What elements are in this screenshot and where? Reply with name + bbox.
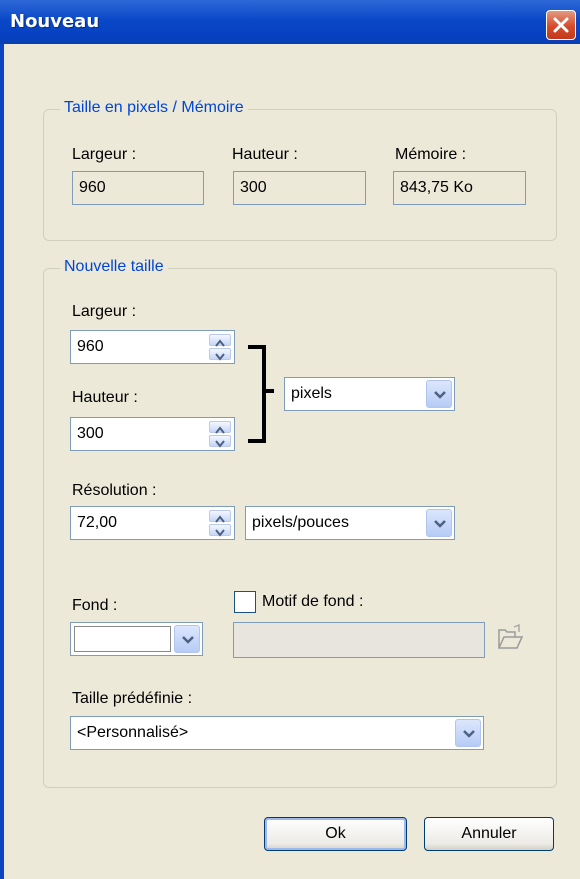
window-frame xyxy=(0,44,4,879)
close-icon xyxy=(553,17,569,33)
browse-button[interactable] xyxy=(496,624,524,652)
resolution-spinner[interactable] xyxy=(209,510,231,537)
background-label: Fond : xyxy=(72,597,118,614)
background-color-select[interactable] xyxy=(70,622,203,656)
memory-width-display: 960 xyxy=(72,171,204,205)
memory-label: Mémoire : xyxy=(395,146,467,163)
pattern-checkbox-label: Motif de fond : xyxy=(262,593,364,610)
preset-label: Taille prédéfinie : xyxy=(72,690,193,707)
title-bar[interactable]: Nouveau xyxy=(0,0,580,44)
memory-display: 843,75 Ko xyxy=(393,171,526,205)
aspect-link-stem xyxy=(262,389,274,393)
width-spinner[interactable] xyxy=(209,334,231,361)
background-color-swatch xyxy=(74,626,171,652)
chevron-down-icon[interactable] xyxy=(174,625,200,653)
close-button[interactable] xyxy=(546,10,576,40)
memory-width-label: Largeur : xyxy=(72,146,137,163)
height-input-value: 300 xyxy=(77,425,104,442)
spin-up-icon[interactable] xyxy=(209,334,231,347)
preset-select[interactable]: <Personnalisé> xyxy=(70,716,484,750)
pattern-checkbox[interactable] xyxy=(234,591,256,613)
memory-group-legend: Taille en pixels / Mémoire xyxy=(60,99,248,117)
width-input-value: 960 xyxy=(77,338,104,355)
chevron-down-icon[interactable] xyxy=(426,509,452,537)
height-spinner[interactable] xyxy=(209,421,231,448)
memory-height-label: Hauteur : xyxy=(232,146,298,163)
width-input[interactable]: 960 xyxy=(70,330,235,364)
aspect-link-bracket xyxy=(248,345,266,443)
spin-down-icon[interactable] xyxy=(209,524,231,537)
spin-up-icon[interactable] xyxy=(209,421,231,434)
window-title: Nouveau xyxy=(10,11,100,32)
folder-open-icon xyxy=(498,624,524,649)
new-size-group-legend: Nouvelle taille xyxy=(60,258,168,276)
resolution-input-value: 72,00 xyxy=(77,514,118,531)
resolution-label: Résolution : xyxy=(72,482,157,499)
unit-select[interactable]: pixels xyxy=(284,377,455,411)
resolution-unit-select[interactable]: pixels/pouces xyxy=(245,506,455,540)
chevron-down-icon[interactable] xyxy=(426,380,452,408)
width-label: Largeur : xyxy=(72,303,137,320)
spin-down-icon[interactable] xyxy=(209,435,231,448)
pattern-field xyxy=(233,622,485,658)
cancel-button[interactable]: Annuler xyxy=(424,817,554,851)
resolution-input[interactable]: 72,00 xyxy=(70,506,235,540)
spin-up-icon[interactable] xyxy=(209,510,231,523)
resolution-unit-select-value: pixels/pouces xyxy=(252,514,349,531)
chevron-down-icon[interactable] xyxy=(455,719,481,747)
preset-select-value: <Personnalisé> xyxy=(77,724,189,741)
height-input[interactable]: 300 xyxy=(70,417,235,451)
height-label: Hauteur : xyxy=(72,389,138,406)
memory-height-display: 300 xyxy=(233,171,366,205)
spin-down-icon[interactable] xyxy=(209,348,231,361)
unit-select-value: pixels xyxy=(291,385,332,402)
ok-button[interactable]: Ok xyxy=(264,817,407,851)
